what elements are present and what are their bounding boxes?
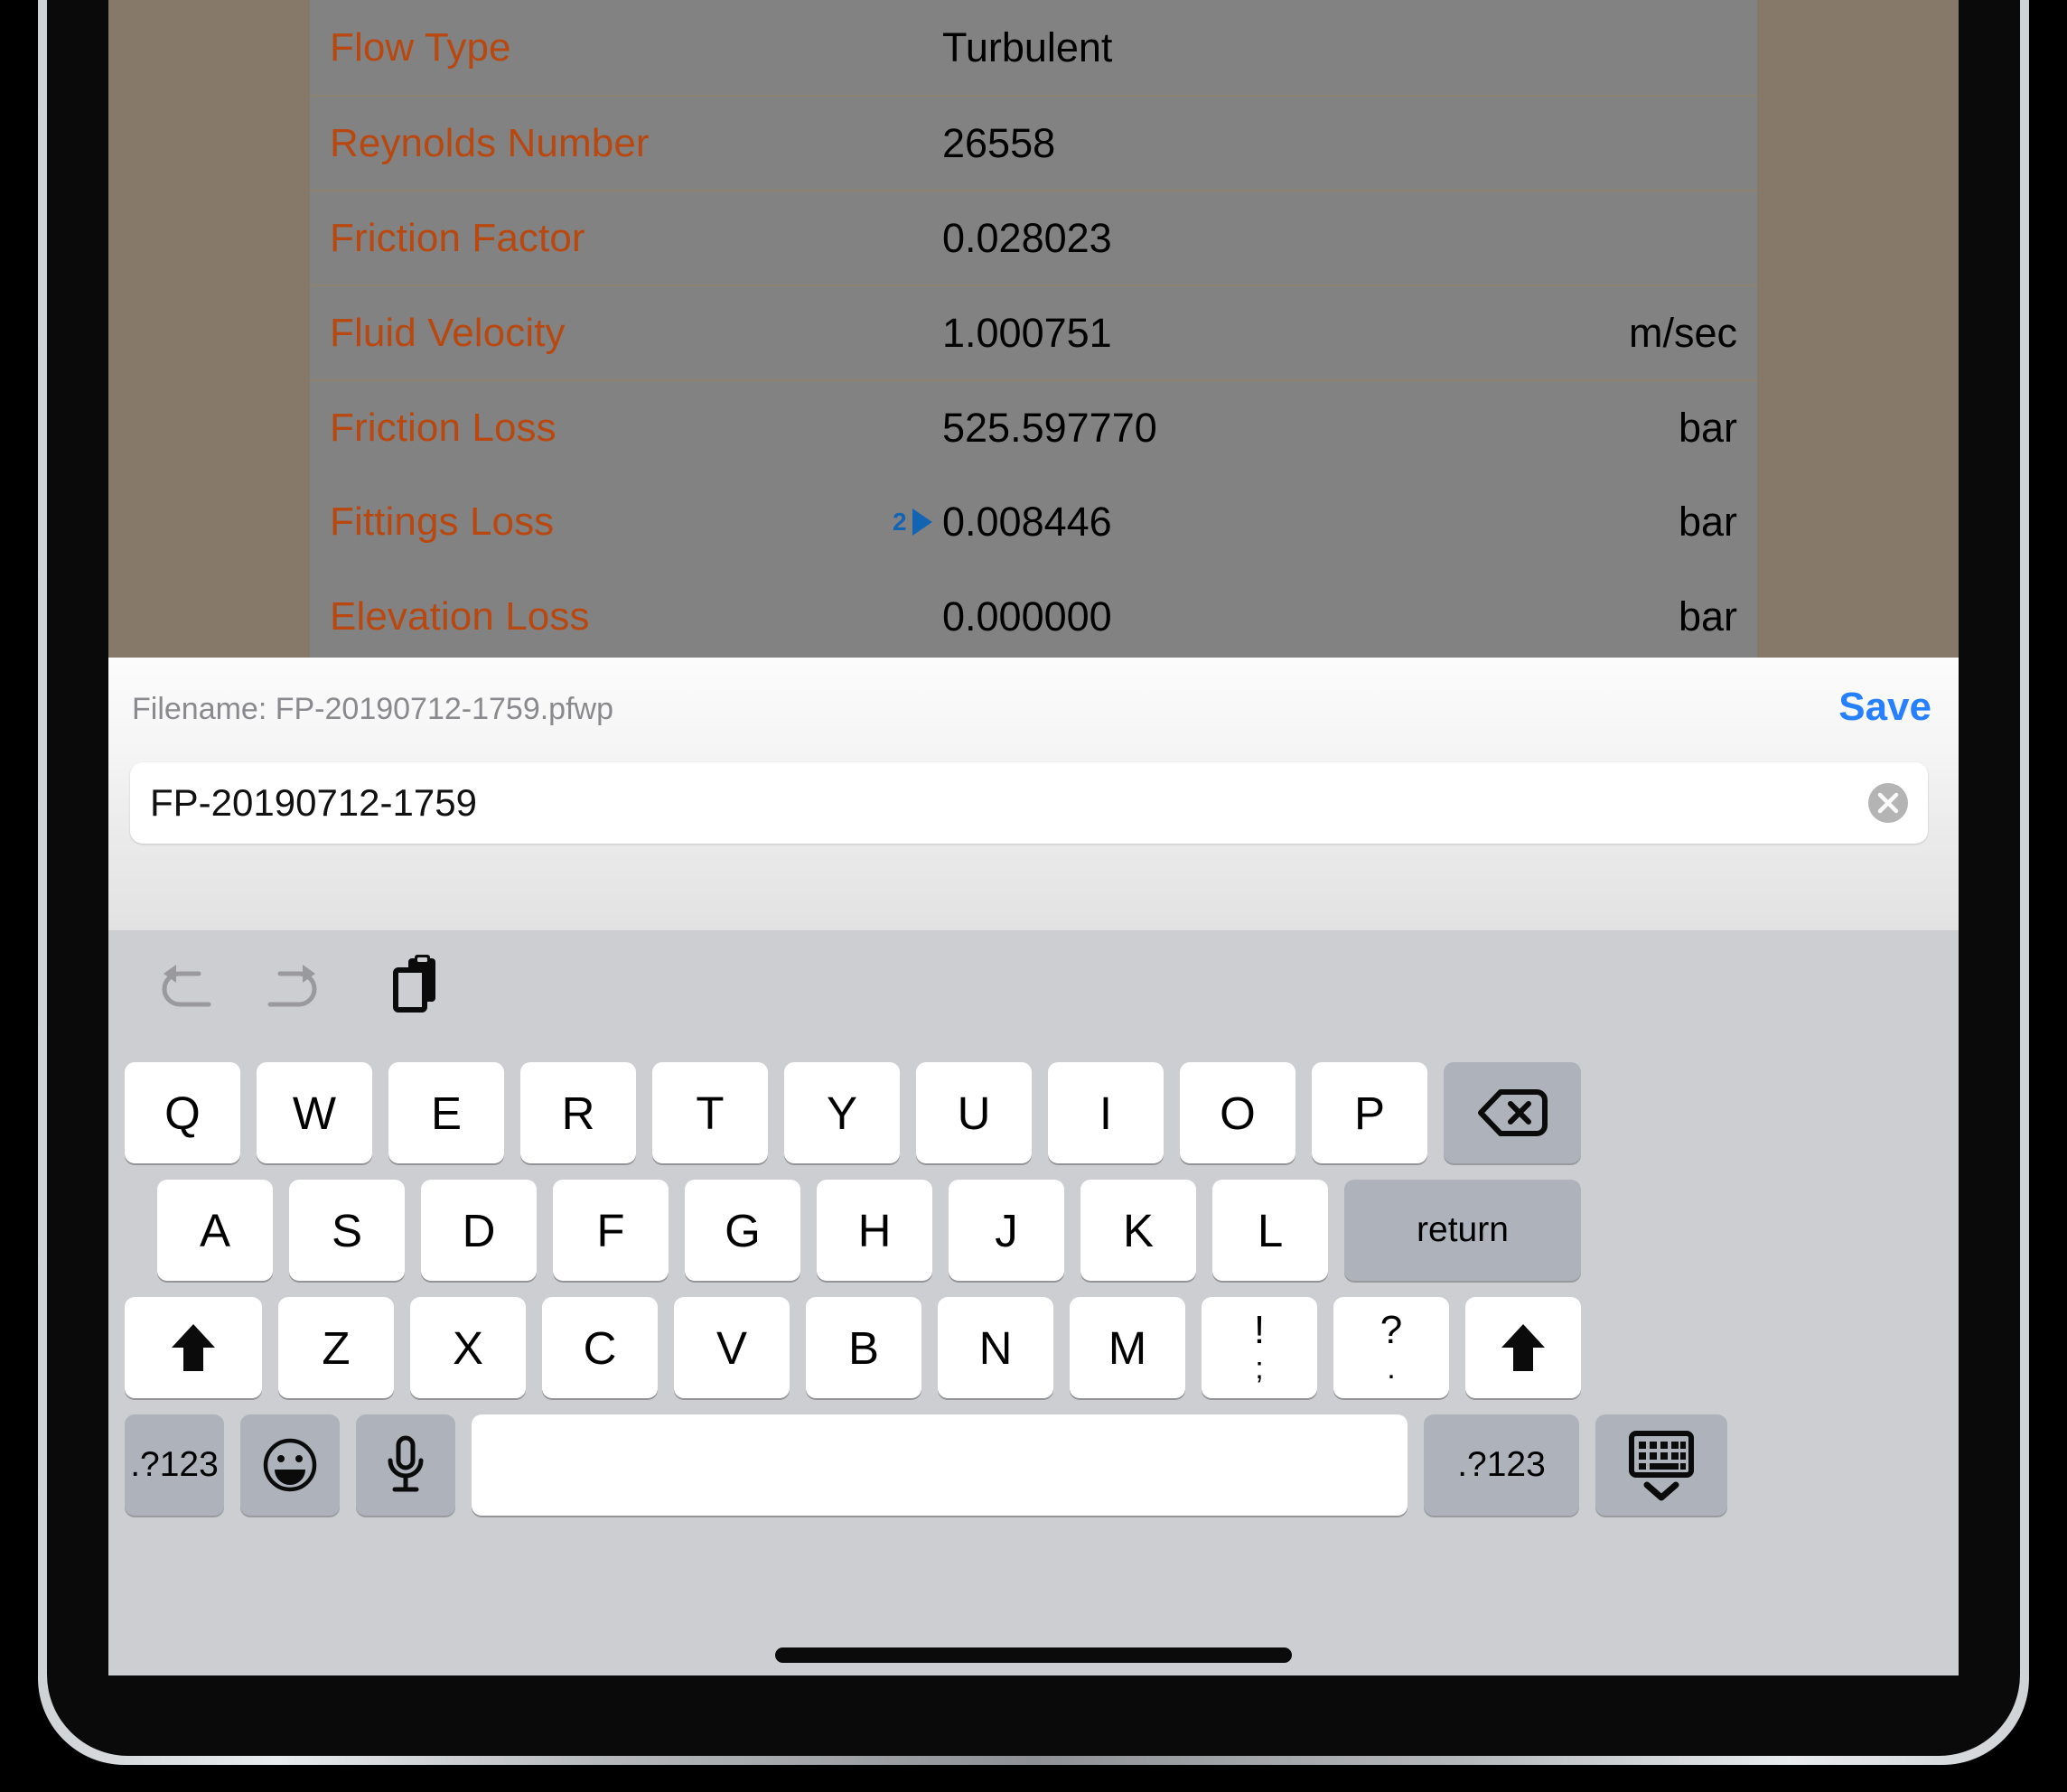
key-x[interactable]: X (410, 1297, 526, 1398)
save-button[interactable]: Save (1838, 685, 1931, 730)
keyboard-toolbar (108, 930, 1959, 1037)
home-indicator[interactable] (775, 1647, 1292, 1663)
emoji-icon[interactable] (240, 1414, 340, 1516)
key-a[interactable]: A (157, 1180, 273, 1281)
row-value: Turbulent (942, 23, 1113, 70)
numeric-right-key[interactable]: .?123 (1424, 1414, 1579, 1516)
undo-icon[interactable] (148, 950, 226, 1019)
key-m[interactable]: M (1070, 1297, 1185, 1398)
key-j[interactable]: J (949, 1180, 1064, 1281)
key-z[interactable]: Z (278, 1297, 394, 1398)
key-d[interactable]: D (421, 1180, 537, 1281)
row-unit: bar (1678, 593, 1737, 639)
key-k[interactable]: K (1080, 1180, 1196, 1281)
numeric-left-key[interactable]: .?123 (125, 1414, 224, 1516)
key-q[interactable]: Q (125, 1062, 240, 1163)
row-label: Elevation Loss (330, 593, 590, 639)
row-label: Fittings Loss (330, 499, 555, 544)
row-unit: m/sec (1628, 309, 1737, 356)
redo-icon[interactable] (253, 950, 331, 1019)
table-row[interactable]: Fluid Velocity 1.000751 m/sec (310, 285, 1757, 379)
key-v[interactable]: V (674, 1297, 790, 1398)
keyboard-dismiss-icon[interactable] (1595, 1414, 1727, 1516)
row-value: 0.008446 (942, 498, 1112, 545)
key-o[interactable]: O (1180, 1062, 1295, 1163)
save-file-sheet: Filename: FP-20190712-1759.pfwp Save FP-… (108, 658, 1959, 930)
row-unit: bar (1678, 404, 1737, 451)
key-r[interactable]: R (520, 1062, 636, 1163)
row-value: 525.597770 (942, 404, 1157, 451)
key-t[interactable]: T (652, 1062, 768, 1163)
paste-icon[interactable] (379, 950, 457, 1019)
key-question-period[interactable]: ? . (1333, 1297, 1449, 1398)
results-background: Flow Type Turbulent Reynolds Number 2655… (108, 0, 1959, 664)
table-row[interactable]: Reynolds Number 26558 (310, 95, 1757, 190)
key-l[interactable]: L (1212, 1180, 1328, 1281)
table-row[interactable]: Elevation Loss 0.000000 bar (310, 569, 1757, 664)
key-y[interactable]: Y (784, 1062, 900, 1163)
key-h[interactable]: H (817, 1180, 932, 1281)
key-p[interactable]: P (1312, 1062, 1427, 1163)
fittings-disclosure[interactable]: 2 (893, 508, 932, 537)
backspace-key[interactable] (1444, 1062, 1581, 1163)
shift-left-key[interactable] (125, 1297, 262, 1398)
table-row[interactable]: Friction Loss 525.597770 bar (310, 379, 1757, 474)
chevron-right-icon (912, 508, 932, 536)
shift-right-key[interactable] (1465, 1297, 1581, 1398)
filename-input[interactable]: FP-20190712-1759 (130, 762, 1928, 844)
fittings-count-badge: 2 (893, 507, 907, 536)
key-b[interactable]: B (806, 1297, 921, 1398)
key-g[interactable]: G (685, 1180, 800, 1281)
on-screen-keyboard: Q W E R T Y U I O P A S D F G H J K L re… (108, 930, 1959, 1675)
row-label: Reynolds Number (330, 120, 650, 165)
table-row[interactable]: Friction Factor 0.028023 (310, 190, 1757, 285)
row-label: Flow Type (330, 24, 511, 70)
row-label: Friction Loss (330, 405, 556, 450)
row-value: 26558 (942, 119, 1056, 166)
key-exclam-label: ! (1253, 1308, 1266, 1353)
save-sheet-header: Filename: FP-20190712-1759.pfwp Save (108, 658, 1959, 762)
key-exclam-semicolon[interactable]: ! ; (1202, 1297, 1317, 1398)
key-period-label: . (1387, 1350, 1396, 1386)
row-value: 0.000000 (942, 593, 1112, 639)
key-s[interactable]: S (289, 1180, 405, 1281)
key-f[interactable]: F (553, 1180, 669, 1281)
table-row-fittings-loss[interactable]: Fittings Loss 2 0.008446 bar (310, 474, 1757, 569)
row-label: Friction Factor (330, 215, 585, 260)
row-value: 0.028023 (942, 214, 1112, 261)
key-w[interactable]: W (257, 1062, 372, 1163)
row-value: 1.000751 (942, 309, 1112, 356)
space-key[interactable] (472, 1414, 1408, 1516)
row-label: Fluid Velocity (330, 310, 566, 355)
key-e[interactable]: E (388, 1062, 504, 1163)
key-i[interactable]: I (1048, 1062, 1164, 1163)
ipad-device: Flow Type Turbulent Reynolds Number 2655… (0, 0, 2067, 1792)
key-question-label: ? (1380, 1308, 1403, 1353)
dictation-mic-icon[interactable] (356, 1414, 455, 1516)
return-key[interactable]: return (1344, 1180, 1581, 1281)
results-table: Flow Type Turbulent Reynolds Number 2655… (310, 0, 1757, 664)
table-row[interactable]: Flow Type Turbulent (310, 0, 1757, 95)
filename-hint-label: Filename: FP-20190712-1759.pfwp (132, 692, 613, 726)
key-u[interactable]: U (916, 1062, 1032, 1163)
device-screen: Flow Type Turbulent Reynolds Number 2655… (108, 0, 1959, 1675)
row-unit: bar (1678, 498, 1737, 545)
filename-input-value: FP-20190712-1759 (150, 781, 477, 824)
key-semicolon-label: ; (1255, 1350, 1264, 1386)
clear-icon[interactable] (1868, 783, 1908, 823)
key-n[interactable]: N (938, 1297, 1053, 1398)
key-c[interactable]: C (542, 1297, 658, 1398)
